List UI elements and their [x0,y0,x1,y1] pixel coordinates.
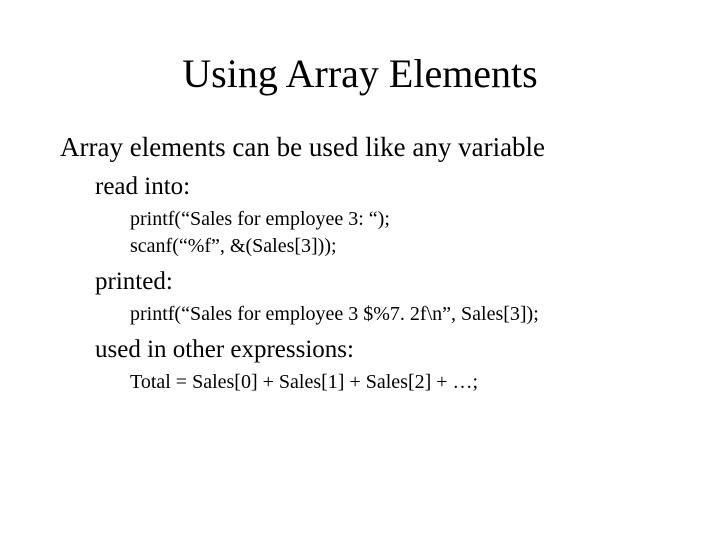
code-line: printf(“Sales for employee 3 $%7. 2f\n”,… [130,301,660,328]
slide-subtitle: Array elements can be used like any vari… [60,132,660,163]
section-used-in-label: used in other expressions: [95,336,660,364]
code-line: scanf(“%f”, &(Sales[3])); [130,233,660,260]
slide-container: Using Array Elements Array elements can … [0,0,720,436]
section-read-into-label: read into: [95,173,660,201]
code-line: Total = Sales[0] + Sales[1] + Sales[2] +… [130,369,660,396]
code-line: printf(“Sales for employee 3: “); [130,206,660,233]
slide-title: Using Array Elements [60,50,660,97]
section-printed-label: printed: [95,268,660,296]
